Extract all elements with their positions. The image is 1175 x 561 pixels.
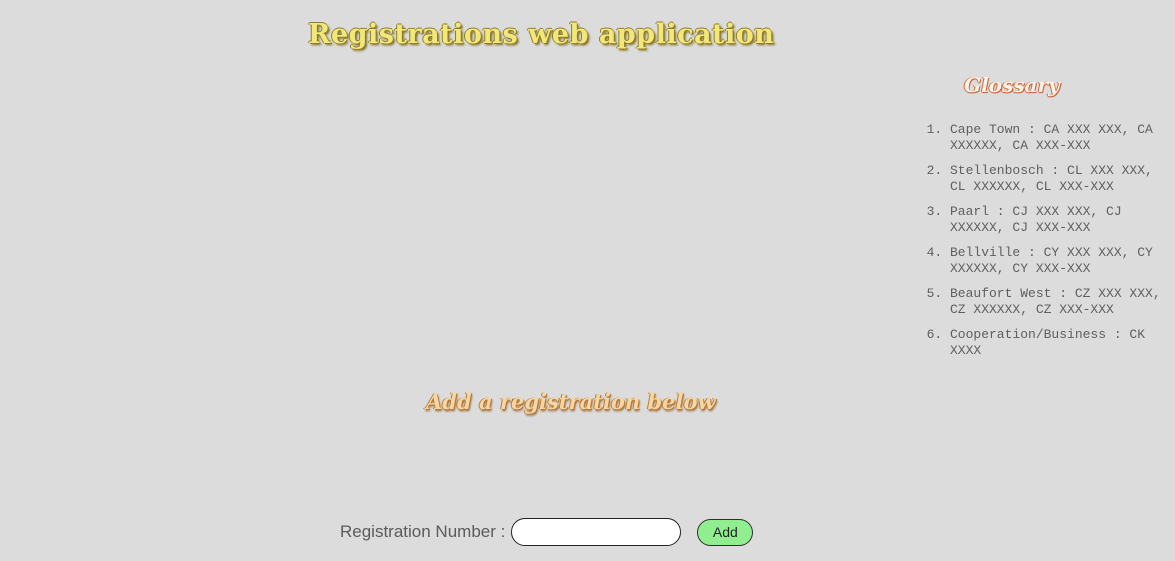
add-button[interactable]: Add xyxy=(697,518,754,546)
glossary-item-cooperation-business: Cooperation/Business : CK XXXX xyxy=(950,327,1170,359)
registration-number-label: Registration Number : xyxy=(340,522,506,541)
glossary-item-bellville: Bellville : CY XXX XXX, CY XXXXXX, CY XX… xyxy=(950,245,1170,277)
page-title: Registrations web application xyxy=(308,19,775,50)
registration-form: Registration Number : Add xyxy=(340,516,754,548)
glossary-title: Glossary xyxy=(964,73,1060,97)
glossary-item-beaufort-west: Beaufort West : CZ XXX XXX, CZ XXXXXX, C… xyxy=(950,286,1170,318)
glossary-item-paarl: Paarl : CJ XXX XXX, CJ XXXXXX, CJ XXX-XX… xyxy=(950,204,1170,236)
glossary-item-stellenbosch: Stellenbosch : CL XXX XXX, CL XXXXXX, CL… xyxy=(950,163,1170,195)
add-registration-heading: Add a registration below xyxy=(426,389,716,414)
glossary-list: Cape Town : CA XXX XXX, CA XXXXXX, CA XX… xyxy=(920,122,1170,359)
glossary-panel: Glossary Cape Town : CA XXX XXX, CA XXXX… xyxy=(920,68,1170,368)
glossary-item-cape-town: Cape Town : CA XXX XXX, CA XXXXXX, CA XX… xyxy=(950,122,1170,154)
registration-number-input[interactable] xyxy=(511,518,682,546)
